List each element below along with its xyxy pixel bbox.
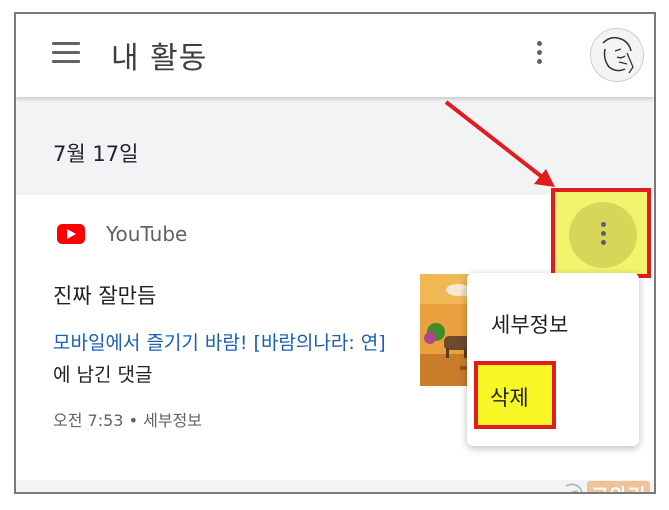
activity-title: 진짜 잘만듬: [53, 284, 157, 308]
menu-item-delete[interactable]: 삭제: [474, 361, 556, 429]
menu-item-details[interactable]: 세부정보: [491, 309, 568, 339]
user-avatar[interactable]: [590, 28, 644, 82]
activity-screen: 내 활동 7월 17일 YouTube 진짜 잘만듬 모바일에서 즐기기 바람!…: [14, 12, 656, 494]
youtube-logo-icon: [57, 224, 85, 244]
watermark-logo-icon: [565, 483, 583, 492]
more-vert-icon[interactable]: [535, 41, 543, 68]
video-link[interactable]: 모바일에서 즐기기 바람! [바람의나라: 연]: [53, 332, 386, 354]
watermark-text: 코와리: [587, 481, 651, 492]
menu-item-delete-label: 삭제: [490, 386, 529, 410]
hamburger-menu-icon[interactable]: [52, 42, 80, 64]
more-button-highlight: [551, 188, 651, 278]
page-title: 내 활동: [111, 41, 208, 76]
app-bar: 내 활동: [16, 14, 654, 97]
meta-separator: •: [128, 411, 138, 430]
activity-suffix: 에 남긴 댓글: [53, 364, 153, 386]
avatar-sketch-icon: [602, 36, 634, 74]
activity-time: 오전 7:53: [53, 411, 124, 430]
activity-meta: 오전 7:53 • 세부정보: [53, 407, 202, 431]
date-heading: 7월 17일: [53, 142, 139, 166]
activity-options-menu: 세부정보 삭제: [467, 273, 639, 446]
watermark: 코와리: [560, 480, 654, 492]
activity-description: 모바일에서 즐기기 바람! [바람의나라: 연] 에 남긴 댓글: [53, 327, 408, 391]
details-link[interactable]: 세부정보: [143, 411, 202, 430]
list-divider: [16, 480, 654, 492]
service-name: YouTube: [106, 222, 188, 246]
more-vert-icon: [599, 222, 607, 249]
activity-more-button[interactable]: [569, 202, 637, 268]
